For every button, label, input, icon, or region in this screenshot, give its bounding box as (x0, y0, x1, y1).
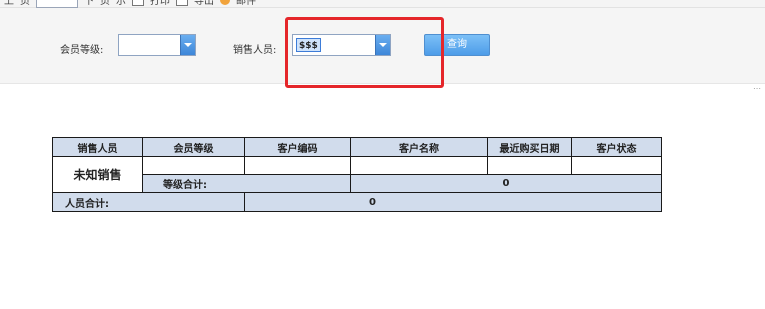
toolbar-print-label[interactable]: 打印 (150, 0, 170, 7)
toolbar-page-label: 页 (20, 0, 30, 7)
rep-total-row: 人员合计: 0 (52, 192, 662, 212)
column-header: 最近购买日期 (487, 137, 572, 157)
resize-grip-icon[interactable]: ⋯ (753, 84, 761, 93)
table-cell (244, 156, 351, 175)
toolbar-next-label[interactable]: 下 (84, 0, 94, 7)
toolbar-show-label[interactable]: 示 (116, 0, 126, 7)
member-level-label: 会员等级: (60, 45, 104, 56)
level-subtotal-row: 等级合计: 0 (53, 174, 662, 193)
highlight-box (285, 17, 444, 88)
chevron-down-icon[interactable] (180, 35, 195, 55)
table-header-row: 销售人员 会员等级 客户编码 客户名称 最近购买日期 客户状态 (52, 137, 662, 157)
rep-total-label: 人员合计: (52, 192, 245, 212)
table-cell (350, 156, 488, 175)
level-subtotal-label: 等级合计: (142, 174, 351, 193)
report-table: 销售人员 会员等级 客户编码 客户名称 最近购买日期 客户状态 未知销售 等级合… (52, 137, 662, 212)
member-level-value (122, 38, 126, 52)
column-header: 销售人员 (52, 137, 143, 157)
export-icon[interactable] (176, 0, 188, 6)
member-level-select[interactable] (118, 34, 196, 56)
table-cell (142, 156, 245, 175)
table-cell (571, 156, 662, 175)
table-row: 未知销售 (52, 156, 662, 193)
level-subtotal-value: 0 (350, 174, 662, 193)
column-header: 客户名称 (350, 137, 488, 157)
print-icon[interactable] (132, 0, 144, 6)
column-header: 客户状态 (571, 137, 662, 157)
sales-person-cell: 未知销售 (52, 156, 143, 193)
filter-panel: 会员等级: 销售人员: $$$ 查询 ⋯ (0, 8, 765, 93)
mail-icon[interactable] (220, 0, 230, 5)
toolbar-mail-label[interactable]: 邮件 (236, 0, 256, 7)
toolbar-prev-label[interactable]: 上 (4, 0, 14, 7)
sales-person-label: 销售人员: (233, 45, 277, 56)
report-toolbar: 上 页 下 页 示 打印 导出 邮件 (0, 0, 765, 8)
toolbar-page-label-2: 页 (100, 0, 110, 7)
column-header: 会员等级 (142, 137, 245, 157)
report-page: 上 页 下 页 示 打印 导出 邮件 会员等级: 销售人员: $$$ 查询 ⋯ (0, 0, 765, 309)
rep-total-value: 0 (244, 192, 662, 212)
toolbar-export-label[interactable]: 导出 (194, 0, 214, 7)
column-header: 客户编码 (244, 137, 351, 157)
page-number-input[interactable] (36, 0, 78, 8)
table-cell (487, 156, 572, 175)
